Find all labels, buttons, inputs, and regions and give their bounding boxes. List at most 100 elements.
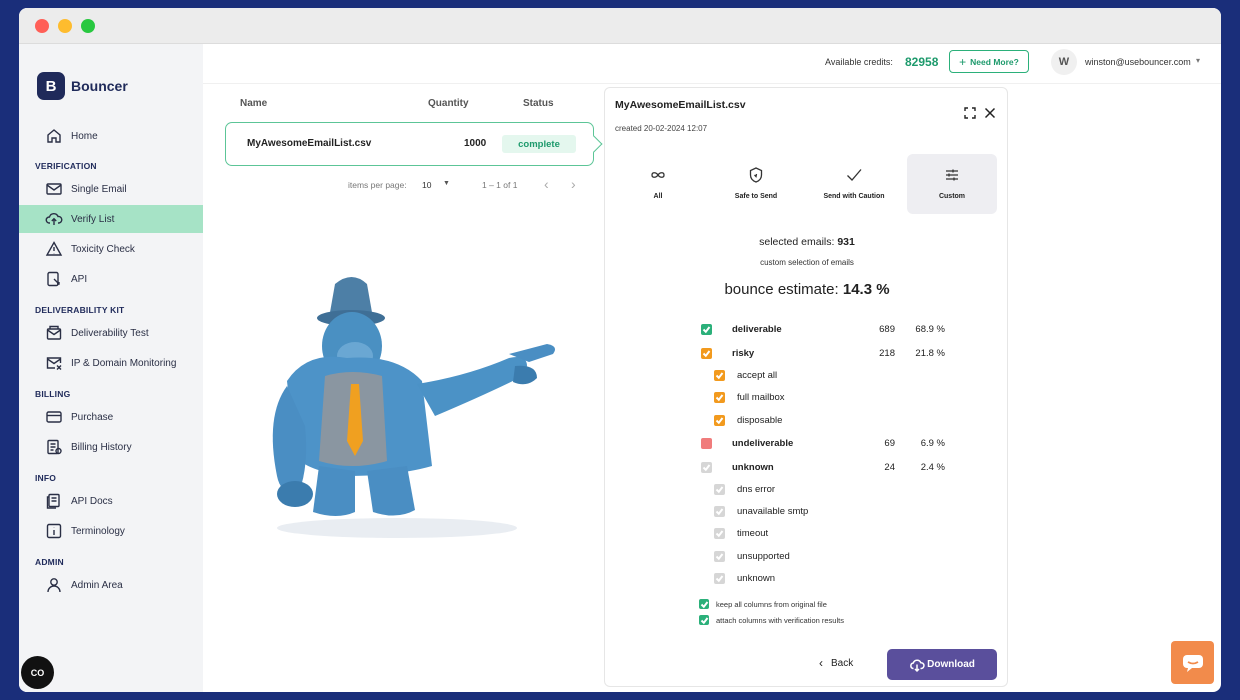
minimize-window-button[interactable] [58, 19, 72, 33]
cookie-settings-button[interactable]: CO [21, 656, 54, 689]
close-window-button[interactable] [35, 19, 49, 33]
subcategory-row-full-mailbox: full mailbox [714, 389, 1014, 405]
disposable-checkbox[interactable] [714, 414, 725, 426]
custom-selection-caption: custom selection of emails [760, 258, 854, 267]
chat-support-button[interactable] [1171, 641, 1214, 684]
sidebar-item-label: Purchase [71, 411, 114, 423]
sidebar-item-home[interactable]: Home [19, 122, 203, 150]
check-icon [715, 529, 724, 537]
status-badge: complete [502, 135, 576, 153]
dns-error-checkbox[interactable] [714, 483, 725, 495]
subcategory-label: accept all [737, 369, 778, 381]
avatar[interactable]: W [1051, 49, 1077, 75]
items-per-page-select[interactable]: 10 [422, 180, 431, 190]
category-count: 218 [879, 347, 895, 359]
unknown-sub-checkbox[interactable] [714, 572, 725, 584]
check-icon [702, 325, 711, 333]
deliverable-checkbox[interactable] [701, 323, 712, 335]
subcategory-row-accept-all: accept all [714, 367, 1014, 383]
option-attach-columns[interactable]: attach columns with verification results [699, 614, 844, 626]
column-header-name[interactable]: Name [240, 98, 267, 109]
accept-all-checkbox[interactable] [714, 369, 725, 381]
unavailable-smtp-checkbox[interactable] [714, 505, 725, 517]
tab-label: Safe to Send [734, 193, 778, 200]
risky-checkbox[interactable] [701, 347, 712, 359]
credits-value: 82958 [905, 55, 939, 69]
sidebar-item-label: Verify List [71, 213, 115, 225]
unsupported-checkbox[interactable] [714, 550, 725, 562]
tab-safe-to-send[interactable]: Safe to Send [711, 154, 801, 214]
chevron-down-icon[interactable]: ▾ [1196, 56, 1200, 65]
column-header-status[interactable]: Status [523, 98, 554, 109]
section-billing: BILLING [35, 389, 71, 399]
sliders-icon [946, 169, 958, 181]
subcategory-label: full mailbox [737, 391, 785, 403]
sidebar-item-api-docs[interactable]: API Docs [19, 487, 203, 515]
receipt-icon [47, 439, 62, 455]
file-quantity: 1000 [464, 138, 487, 149]
timeout-checkbox[interactable] [714, 527, 725, 539]
tab-send-with-caution[interactable]: Send with Caution [809, 154, 899, 214]
check-icon [715, 485, 724, 493]
app-logo[interactable]: B Bouncer [37, 72, 128, 100]
keep-columns-checkbox[interactable] [699, 599, 709, 609]
sidebar: B Bouncer Home VERIFICATION Single Email… [19, 44, 203, 692]
subcategory-label: unknown [737, 572, 776, 584]
sidebar-item-label: API [71, 273, 88, 285]
subcategory-label: unsupported [737, 550, 790, 562]
cloud-upload-icon [45, 213, 63, 225]
sidebar-item-deliverability-test[interactable]: Deliverability Test [19, 319, 203, 347]
sidebar-item-label: Home [71, 130, 98, 142]
back-button[interactable]: ‹ Back [819, 656, 853, 670]
expand-icon[interactable] [963, 106, 977, 120]
panel-title: MyAwesomeEmailList.csv [615, 99, 746, 111]
check-icon [700, 600, 708, 608]
panel-created-date: created 20-02-2024 12:07 [615, 124, 708, 133]
undeliverable-checkbox[interactable] [701, 437, 712, 449]
sidebar-item-label: Terminology [71, 525, 125, 537]
category-percent: 21.8 % [915, 347, 945, 359]
bounce-estimate-label: bounce estimate: [724, 281, 839, 298]
need-more-label: Need More? [970, 56, 1019, 67]
api-icon [47, 271, 60, 287]
tab-custom[interactable]: Custom [907, 154, 997, 214]
unknown-checkbox[interactable] [701, 461, 712, 473]
download-button[interactable]: Download [887, 649, 997, 680]
attach-columns-checkbox[interactable] [699, 615, 709, 625]
full-mailbox-checkbox[interactable] [714, 391, 725, 403]
sidebar-item-label: Deliverability Test [71, 327, 149, 339]
subcategory-row-disposable: disposable [714, 412, 1014, 428]
sidebar-item-label: IP & Domain Monitoring [71, 357, 177, 369]
user-email[interactable]: winston@usebouncer.com [1085, 57, 1191, 67]
pagination-range: 1 – 1 of 1 [482, 180, 518, 190]
section-info: INFO [35, 473, 57, 483]
sidebar-item-terminology[interactable]: Terminology [19, 517, 203, 545]
sidebar-item-admin-area[interactable]: Admin Area [19, 571, 203, 599]
category-row-risky: risky 218 21.8 % [701, 345, 1001, 361]
gorilla-mascot-illustration [272, 277, 555, 538]
close-icon[interactable] [983, 106, 997, 120]
table-row[interactable]: MyAwesomeEmailList.csv 1000 complete [225, 122, 594, 166]
maximize-window-button[interactable] [81, 19, 95, 33]
sidebar-item-toxicity-check[interactable]: Toxicity Check [19, 235, 203, 263]
option-label: attach columns with verification results [716, 615, 844, 625]
section-verification: VERIFICATION [35, 161, 97, 171]
chevron-right-icon[interactable]: › [571, 176, 576, 192]
column-header-quantity[interactable]: Quantity [428, 98, 469, 109]
tab-all[interactable]: All [613, 154, 703, 214]
sidebar-item-purchase[interactable]: Purchase [19, 403, 203, 431]
option-keep-columns[interactable]: keep all columns from original file [699, 598, 827, 610]
subcategory-row-timeout: timeout [714, 525, 1014, 541]
chevron-down-icon[interactable]: ▼ [443, 180, 450, 187]
subcategory-row-unavailable-smtp: unavailable smtp [714, 503, 1014, 519]
sidebar-item-single-email[interactable]: Single Email [19, 175, 203, 203]
sidebar-item-billing-history[interactable]: Billing History [19, 433, 203, 461]
sidebar-item-ip-domain-monitoring[interactable]: IP & Domain Monitoring [19, 349, 203, 377]
app-window: B Bouncer Home VERIFICATION Single Email… [19, 8, 1221, 692]
warning-icon [45, 241, 63, 256]
need-more-button[interactable]: + Need More? [949, 50, 1029, 73]
chevron-left-icon[interactable]: ‹ [544, 176, 549, 192]
sidebar-item-verify-list[interactable]: Verify List [19, 205, 203, 233]
option-label: keep all columns from original file [716, 599, 827, 609]
sidebar-item-api[interactable]: API [19, 265, 203, 293]
